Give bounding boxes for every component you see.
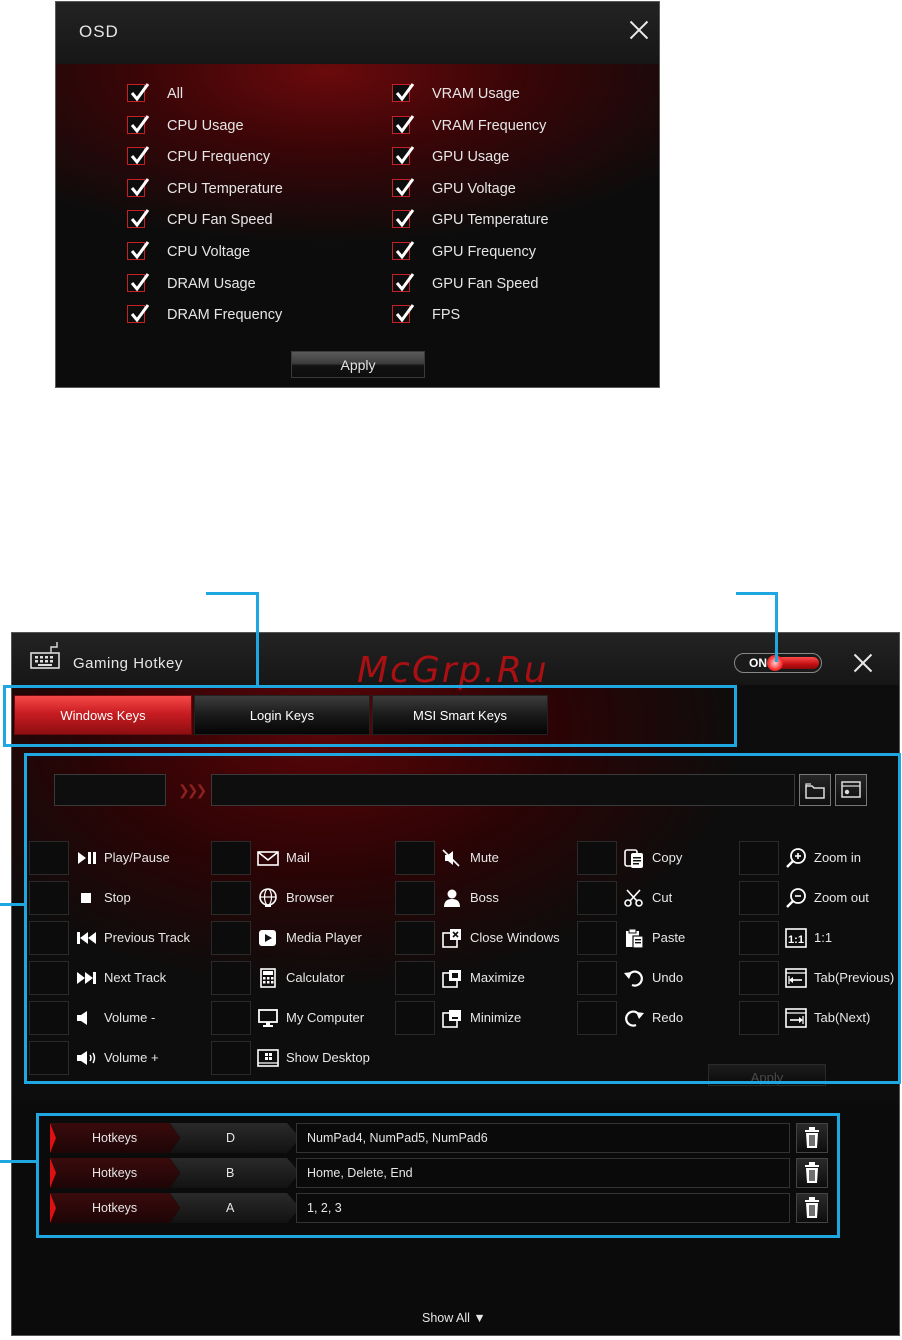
osd-checkbox-label: CPU Fan Speed (167, 212, 273, 229)
checkbox[interactable] (392, 209, 415, 229)
osd-checkbox-label: GPU Fan Speed (432, 275, 539, 292)
callout-line-hotkeys (0, 1160, 39, 1163)
callout-line-toggle (736, 592, 778, 595)
on-off-toggle[interactable]: ON (734, 653, 822, 673)
callout-line-tabs-v (256, 592, 259, 686)
checkmark-icon (130, 241, 150, 260)
checkmark-icon (130, 83, 150, 102)
checkmark-icon (395, 304, 415, 323)
callout-line-toggle-v (775, 592, 778, 662)
checkbox[interactable] (127, 146, 150, 166)
osd-checkbox-label: GPU Voltage (432, 180, 516, 197)
checkbox[interactable] (127, 241, 150, 260)
checkmark-icon (395, 114, 415, 134)
callout-box-hotkeys (36, 1113, 840, 1238)
checkbox[interactable] (127, 177, 150, 197)
callout-box-functions (24, 753, 901, 1084)
checkbox[interactable] (127, 272, 150, 292)
checkbox[interactable] (392, 177, 415, 197)
checkmark-icon (130, 177, 150, 197)
callout-box-tabs (3, 685, 737, 747)
checkmark-icon (130, 146, 150, 165)
keyboard-icon (30, 642, 60, 669)
osd-checkbox-label: CPU Usage (167, 117, 244, 134)
callout-line-tabs (206, 592, 259, 595)
osd-checkbox-label: FPS (432, 307, 461, 324)
checkbox[interactable] (392, 304, 415, 324)
checkbox[interactable] (392, 146, 415, 166)
checkbox[interactable] (127, 83, 150, 102)
callout-line-functions (0, 903, 27, 906)
checkmark-icon (395, 177, 415, 197)
osd-checkbox-label: GPU Temperature (432, 212, 549, 229)
osd-window: OSD All CPU Usage CPU Frequency CPU Tempera… (55, 1, 660, 388)
checkmark-icon (130, 209, 150, 228)
osd-checkbox-label: DRAM Frequency (167, 307, 283, 324)
checkbox[interactable] (127, 209, 150, 229)
osd-apply-button[interactable]: Apply (291, 351, 425, 378)
checkbox[interactable] (392, 114, 415, 134)
show-all-button[interactable]: Show All ▼ (422, 1311, 486, 1325)
checkbox[interactable] (392, 272, 415, 292)
osd-checkbox-label: CPU Frequency (167, 149, 271, 166)
checkmark-icon (395, 146, 415, 165)
osd-close-icon[interactable] (629, 20, 649, 40)
gh-title: Gaming Hotkey (73, 655, 183, 672)
checkbox[interactable] (392, 241, 415, 260)
gh-close-icon[interactable] (853, 653, 873, 673)
checkmark-icon (395, 83, 415, 102)
checkmark-icon (395, 272, 415, 291)
osd-checkbox-label: VRAM Usage (432, 86, 520, 102)
checkmark-icon (395, 209, 415, 228)
checkbox[interactable] (127, 304, 150, 324)
checkmark-icon (130, 114, 150, 134)
checkmark-icon (130, 272, 150, 291)
osd-checkbox-label: VRAM Frequency (432, 117, 547, 134)
checkbox[interactable] (392, 83, 415, 102)
checkmark-icon (395, 241, 415, 260)
checkbox[interactable] (127, 114, 150, 134)
osd-title: OSD (79, 22, 119, 41)
checkmark-icon (130, 304, 150, 323)
osd-checkbox-label: DRAM Usage (167, 275, 256, 292)
osd-titlebar: OSD (56, 2, 659, 64)
toggle-label: ON (749, 656, 767, 670)
osd-checkbox-label: CPU Temperature (167, 180, 283, 197)
osd-checkbox-label: All (167, 86, 184, 102)
osd-checkbox-label: GPU Frequency (432, 243, 536, 260)
osd-checkbox-label: GPU Usage (432, 149, 510, 166)
osd-checkbox-label: CPU Voltage (167, 243, 251, 260)
